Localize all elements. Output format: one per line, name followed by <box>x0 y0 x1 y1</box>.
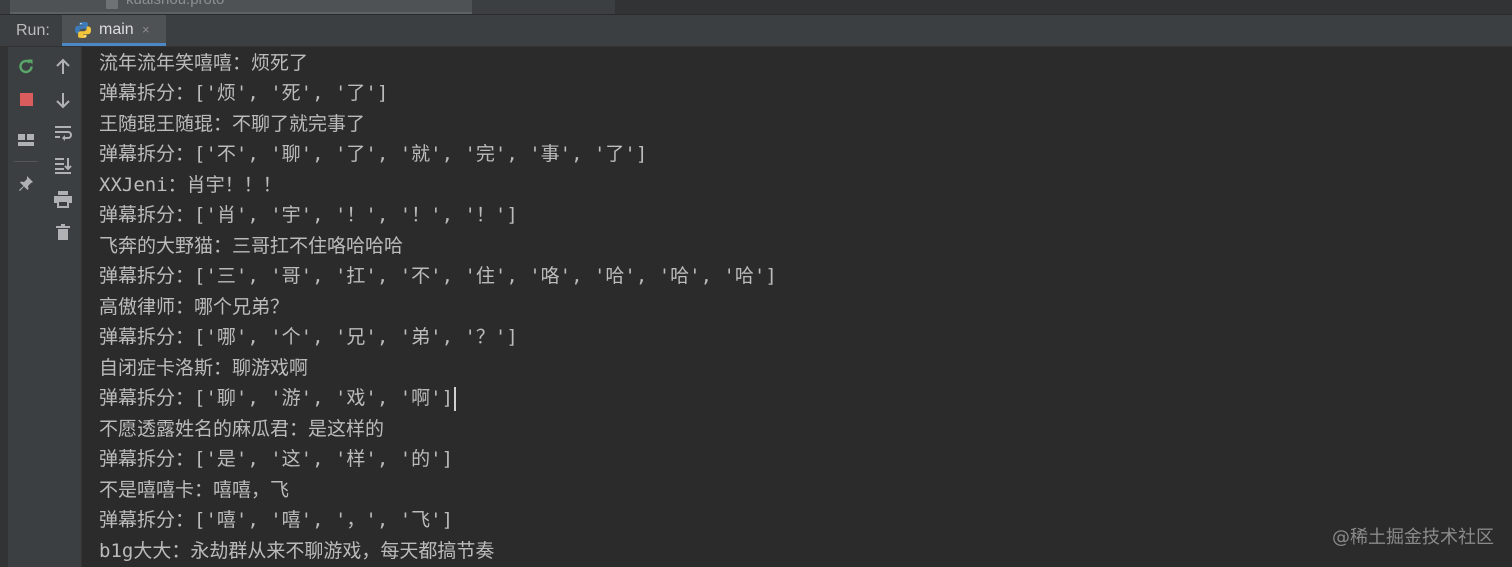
text-caret <box>454 386 457 411</box>
down-arrow-svg <box>56 93 70 109</box>
pin-icon[interactable] <box>14 171 38 195</box>
editor-file-tab[interactable]: kuaishou.proto <box>10 0 472 14</box>
watermark: @稀土掘金技术社区 <box>1332 527 1494 548</box>
console-line: 王随琨王随琨：不聊了就完事了 <box>99 113 366 135</box>
run-toolbar-right <box>45 47 82 567</box>
print-icon[interactable] <box>51 187 75 211</box>
left-edge-strip <box>0 47 8 567</box>
pin-icon-svg <box>19 176 33 191</box>
file-icon <box>106 0 118 9</box>
run-tab-main[interactable]: main × <box>62 15 166 46</box>
rerun-icon-svg <box>19 59 33 74</box>
console-line: 流年流年笑嘻嘻：烦死了 <box>99 52 309 74</box>
trash-icon[interactable] <box>51 220 75 244</box>
console-output[interactable]: 流年流年笑嘻嘻：烦死了 弹幕拆分：['烦', '死', '了'] 王随琨王随琨：… <box>82 47 1512 567</box>
console-line: 弹幕拆分：['嘻', '嘻', '，', '飞'] <box>99 509 454 531</box>
print-svg <box>54 191 72 208</box>
up-arrow-svg <box>56 58 70 74</box>
run-toolbar-left <box>8 47 45 567</box>
console-line: XXJeni：肖宇！！！ <box>99 174 282 196</box>
stop-square <box>19 92 33 106</box>
console-line: 弹幕拆分：['三', '哥', '扛', '不', '住', '咯', '哈',… <box>99 265 777 287</box>
layout-icon-svg <box>18 134 34 146</box>
console-line: 飞奔的大野猫：三哥扛不住咯哈哈哈 <box>99 235 404 257</box>
console-line: b1g大大：永劫群从来不聊游戏，每天都搞节奏 <box>99 540 495 562</box>
console-line: 高傲律师：哪个兄弟？ <box>99 296 290 318</box>
rerun-icon[interactable] <box>14 55 38 79</box>
stop-icon[interactable] <box>14 87 38 111</box>
console-line: 不愿透露姓名的麻瓜君：是这样的 <box>99 418 385 440</box>
console-line: 自闭症卡洛斯：聊游戏啊 <box>99 357 309 379</box>
run-label: Run: <box>16 22 50 39</box>
scroll-to-end-icon[interactable] <box>51 153 75 177</box>
editor-file-tab-label: kuaishou.proto <box>126 0 224 8</box>
console-line: 弹幕拆分：['是', '这', '样', '的'] <box>99 448 454 470</box>
console-line-text: 弹幕拆分：['聊', '游', '戏', '啊'] <box>99 387 454 409</box>
python-icon <box>75 22 91 38</box>
up-arrow-icon[interactable] <box>51 55 75 79</box>
down-arrow-icon[interactable] <box>51 88 75 112</box>
console-line: 弹幕拆分：['肖', '宇', '！', '！', '！'] <box>99 204 518 226</box>
console-line: 弹幕拆分：['不', '聊', '了', '就', '完', '事', '了'] <box>99 143 648 165</box>
run-tab-label: main <box>99 21 134 38</box>
console-line-with-caret: 弹幕拆分：['聊', '游', '戏', '啊'] <box>99 383 457 413</box>
editor-tab-strip-empty <box>615 0 1512 14</box>
soft-wrap-icon[interactable] <box>51 121 75 145</box>
scroll-to-end-svg <box>55 158 72 174</box>
run-panel-header: Run: main × <box>0 15 1512 47</box>
console-line: 弹幕拆分：['哪', '个', '兄', '弟', '？'] <box>99 326 518 348</box>
soft-wrap-svg <box>55 126 72 141</box>
trash-svg <box>56 224 70 240</box>
console-line: 不是嘻嘻卡：嘻嘻，飞 <box>99 479 290 501</box>
console-line: 弹幕拆分：['烦', '死', '了'] <box>99 82 389 104</box>
editor-tab-strip: kuaishou.proto <box>0 0 1512 15</box>
toolbar-separator <box>14 161 38 162</box>
close-tab-icon[interactable]: × <box>142 22 150 37</box>
layout-icon[interactable] <box>14 128 38 152</box>
